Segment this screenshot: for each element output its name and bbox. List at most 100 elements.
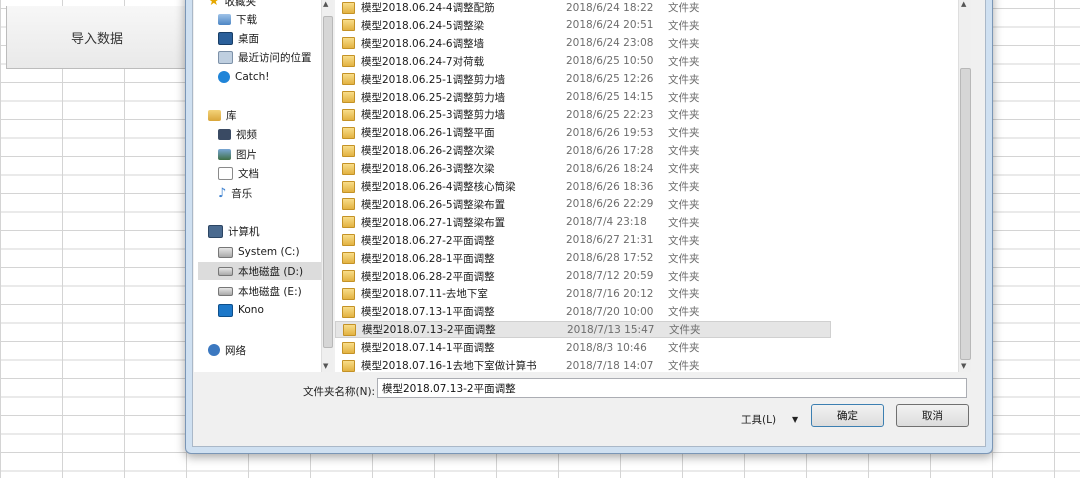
file-name: 模型2018.06.26-5调整梁布置: [361, 198, 506, 211]
nav-item[interactable]: Kono: [194, 301, 264, 319]
nav-item[interactable]: 库: [194, 106, 237, 124]
file-row[interactable]: 模型2018.06.24-6调整墙 2018/6/24 23:08 文件夹: [335, 35, 829, 52]
file-row[interactable]: 模型2018.06.26-1调整平面 2018/6/26 19:53 文件夹: [335, 124, 829, 141]
file-type: 文件夹: [668, 360, 700, 372]
nav-item-label: 视频: [236, 128, 257, 141]
dropdown-arrow-icon[interactable]: ▼: [792, 415, 798, 424]
scroll-down-arrow-icon[interactable]: ▼: [961, 362, 966, 370]
file-row[interactable]: 模型2018.06.28-2平面调整 2018/7/12 20:59 文件夹: [335, 268, 829, 285]
file-name: 模型2018.06.25-1调整剪力墙: [361, 73, 506, 86]
file-row[interactable]: 模型2018.07.13-1平面调整 2018/7/20 10:00 文件夹: [335, 303, 829, 320]
file-type: 文件夹: [668, 91, 700, 104]
file-row[interactable]: 模型2018.06.24-7对荷载 2018/6/25 10:50 文件夹: [335, 53, 829, 70]
file-row[interactable]: 模型2018.06.25-3调整剪力墙 2018/6/25 22:23 文件夹: [335, 106, 829, 123]
nav-item-label: 文档: [238, 167, 259, 180]
file-date: 2018/6/24 18:22: [566, 1, 654, 14]
nav-item[interactable]: 本地磁盘 (E:): [194, 282, 302, 300]
folder-name-input[interactable]: [377, 378, 967, 398]
file-type: 文件夹: [668, 270, 700, 283]
nav-item[interactable]: Catch!: [194, 68, 270, 86]
nav-item-label: Catch!: [235, 71, 270, 83]
scroll-up-arrow-icon[interactable]: ▲: [961, 0, 966, 8]
nav-item[interactable]: 桌面: [194, 29, 259, 47]
import-data-button[interactable]: 导入数据: [6, 6, 188, 69]
file-name: 模型2018.06.26-1调整平面: [361, 127, 495, 140]
nav-item[interactable]: 图片: [194, 145, 257, 163]
nav-item-label: 图片: [236, 148, 257, 161]
file-row[interactable]: 模型2018.06.27-2平面调整 2018/6/27 21:31 文件夹: [335, 232, 829, 249]
file-date: 2018/6/25 14:15: [566, 91, 654, 103]
file-row[interactable]: 模型2018.06.25-1调整剪力墙 2018/6/25 12:26 文件夹: [335, 71, 829, 88]
nav-item[interactable]: ♪ 音乐: [194, 184, 252, 202]
file-row[interactable]: 模型2018.06.26-3调整次梁 2018/6/26 18:24 文件夹: [335, 160, 829, 177]
file-name: 模型2018.07.14-1平面调整: [361, 342, 495, 355]
drive-icon: [218, 286, 233, 296]
navigation-scrollbar[interactable]: ▲ ▼: [321, 0, 333, 372]
scroll-up-arrow-icon[interactable]: ▲: [323, 0, 328, 8]
folder-icon: [342, 287, 355, 300]
folder-icon: [342, 341, 355, 354]
file-date: 2018/7/16 20:12: [566, 287, 654, 300]
cancel-button[interactable]: 取消: [896, 404, 969, 427]
file-row[interactable]: 模型2018.06.26-4调整核心筒梁 2018/6/26 18:36 文件夹: [335, 178, 829, 195]
file-type: 文件夹: [668, 127, 700, 140]
navigation-scroll-thumb[interactable]: [323, 16, 333, 348]
file-row[interactable]: 模型2018.06.26-2调整次梁 2018/6/26 17:28 文件夹: [335, 142, 829, 159]
file-name: 模型2018.07.13-2平面调整: [362, 324, 496, 337]
folder-icon: [342, 198, 355, 211]
file-list-scrollbar[interactable]: ▲ ▼: [958, 0, 971, 372]
file-date: 2018/7/13 15:47: [567, 323, 655, 336]
file-date: 2018/6/26 19:53: [566, 126, 654, 139]
file-date: 2018/6/28 17:52: [566, 252, 654, 265]
music-icon: ♪: [218, 185, 227, 201]
file-type: 文件夹: [668, 216, 700, 229]
folder-icon: [342, 234, 355, 247]
nav-item[interactable]: 文档: [194, 164, 259, 182]
folder-icon: [342, 216, 355, 229]
file-row[interactable]: 模型2018.07.11-去地下室 2018/7/16 20:12 文件夹: [335, 285, 829, 302]
folder-name-label: 文件夹名称(N):: [303, 386, 376, 398]
file-row[interactable]: 模型2018.06.28-1平面调整 2018/6/28 17:52 文件夹: [335, 250, 829, 267]
nav-item[interactable]: System (C:): [194, 243, 300, 261]
file-name: 模型2018.06.24-6调整墙: [361, 37, 485, 50]
ok-button[interactable]: 确定: [811, 404, 884, 427]
file-row[interactable]: 模型2018.07.14-1平面调整 2018/8/3 10:46 文件夹: [335, 339, 829, 356]
dialog-body: ★ 收藏夹下载桌面 最近访问的位置 Catch! 库视频图片文档 ♪ 音乐计算机 System…: [192, 0, 986, 447]
file-type: 文件夹: [668, 145, 700, 158]
folder-icon: [342, 180, 355, 193]
nav-item[interactable]: 本地磁盘 (D:): [198, 262, 321, 280]
file-row[interactable]: 模型2018.06.24-4调整配筋 2018/6/24 18:22 文件夹: [335, 0, 829, 16]
file-row[interactable]: 模型2018.06.25-2调整剪力墙 2018/6/25 14:15 文件夹: [335, 89, 829, 106]
file-name: 模型2018.06.25-3调整剪力墙: [361, 109, 506, 122]
folder-icon: [342, 126, 355, 139]
scroll-down-arrow-icon[interactable]: ▼: [323, 362, 328, 370]
file-type: 文件夹: [668, 342, 700, 355]
file-list-scroll-thumb[interactable]: [960, 68, 971, 360]
nav-item[interactable]: 下载: [194, 10, 257, 28]
file-date: 2018/6/24 20:51: [566, 19, 654, 32]
folder-icon: [342, 270, 355, 282]
file-type: 文件夹: [668, 19, 700, 32]
folder-icon: [342, 359, 355, 372]
nav-item[interactable]: 视频: [194, 125, 257, 143]
file-date: 2018/6/25 12:26: [566, 73, 654, 86]
nav-item-label: 下载: [236, 13, 257, 26]
desktop-icon: [218, 31, 233, 45]
nav-item[interactable]: ★ 收藏夹: [194, 0, 256, 10]
file-name: 模型2018.06.28-1平面调整: [361, 252, 495, 265]
file-row[interactable]: 模型2018.06.24-5调整梁 2018/6/24 20:51 文件夹: [335, 17, 829, 34]
file-type: 文件夹: [668, 198, 700, 211]
file-name: 模型2018.06.26-3调整次梁: [361, 163, 495, 176]
file-date: 2018/6/24 23:08: [566, 37, 654, 50]
nav-item[interactable]: 计算机: [194, 222, 260, 240]
file-type: 文件夹: [668, 73, 700, 86]
file-row[interactable]: 模型2018.07.13-2平面调整 2018/7/13 15:47 文件夹: [335, 321, 831, 339]
nav-item[interactable]: 网络: [194, 341, 246, 359]
nav-item[interactable]: 最近访问的位置: [194, 48, 312, 66]
file-name: 模型2018.06.25-2调整剪力墙: [361, 91, 506, 104]
file-row[interactable]: 模型2018.06.27-1调整梁布置 2018/7/4 23:18 文件夹: [335, 214, 829, 231]
file-row[interactable]: 模型2018.06.26-5调整梁布置 2018/6/26 22:29 文件夹: [335, 196, 829, 213]
file-row[interactable]: 模型2018.07.16-1去地下室做计算书 2018/7/18 14:07 文件夹: [335, 357, 829, 372]
folder-icon: [342, 162, 355, 175]
tools-menu[interactable]: 工具(L) ▼: [741, 412, 798, 427]
